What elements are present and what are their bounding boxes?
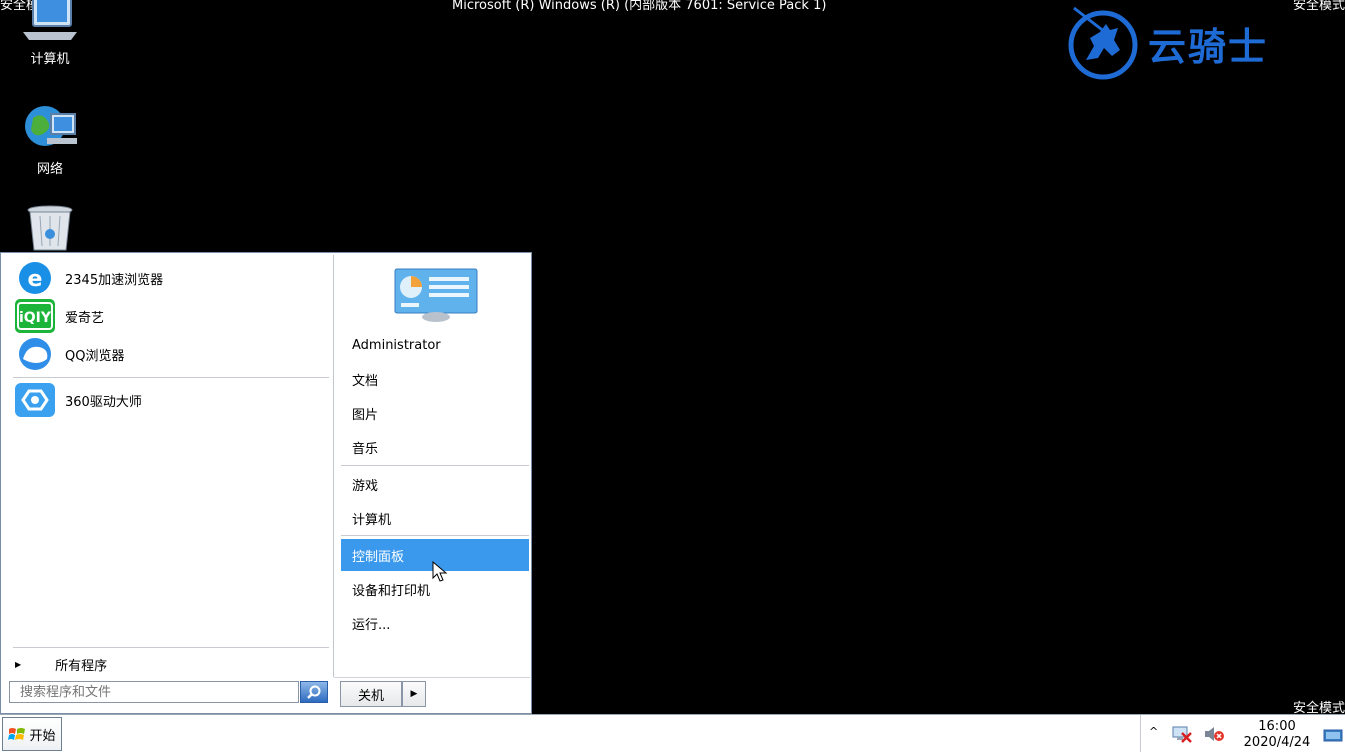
network-error-icon[interactable] [1171, 725, 1193, 743]
recycle-bin-icon [27, 205, 73, 251]
right-item-games[interactable]: 游戏 [341, 468, 529, 500]
bottom-divider [334, 677, 530, 678]
all-programs-button[interactable]: ▶ 所有程序 [15, 653, 107, 675]
system-tray: ^ 16:00 2020/4/24 [1140, 715, 1345, 752]
knight-logo-icon [1068, 6, 1138, 80]
network-globe-icon [25, 106, 77, 146]
clock-date: 2020/4/24 [1243, 735, 1311, 750]
user-account-icon [394, 268, 478, 322]
desktop-icon-network[interactable]: 网络 [10, 100, 90, 177]
shutdown-button[interactable]: 关机 [340, 681, 402, 707]
brand-watermark: 云骑士 [1066, 6, 1268, 80]
start-label: 开始 [29, 728, 56, 744]
triangle-right-icon: ▶ [15, 659, 22, 669]
start-button[interactable]: 开始 [2, 717, 62, 751]
all-programs-divider [13, 647, 329, 648]
program-item-360-driver[interactable]: 360驱动大师 [13, 381, 142, 419]
search-button[interactable] [300, 681, 328, 703]
svg-text:e: e [28, 267, 43, 292]
search-icon [307, 685, 321, 699]
program-item-qq-browser[interactable]: QQ浏览器 [13, 335, 124, 373]
360-driver-icon [13, 382, 57, 418]
safe-mode-label-top-right: 安全模式 [1292, 0, 1345, 13]
pane-divider [333, 255, 334, 677]
program-item-iqiyi[interactable]: iQIY 爱奇艺 [13, 297, 104, 335]
desktop-icon-computer[interactable]: 计算机 [10, 0, 90, 67]
start-menu-programs-pane: e 2345加速浏览器 iQIY 爱奇艺 QQ浏览器 360驱动大师 ▶ 所有程… [3, 255, 333, 675]
computer-icon [23, 0, 77, 40]
right-pane-divider [341, 535, 529, 536]
chevron-up-icon[interactable]: ^ [1149, 725, 1158, 738]
all-programs-label: 所有程序 [55, 658, 108, 674]
os-version-title: Microsoft (R) Windows (R) (内部版本 7601: Se… [452, 0, 827, 13]
program-label: 2345加速浏览器 [65, 272, 164, 288]
clock[interactable]: 16:00 2020/4/24 [1237, 719, 1317, 751]
user-picture[interactable] [393, 267, 479, 323]
svg-text:iQIY: iQIY [19, 310, 52, 326]
desktop-icon-recycle-bin[interactable] [10, 204, 90, 258]
right-item-documents[interactable]: 文档 [341, 363, 529, 395]
right-item-music[interactable]: 音乐 [341, 431, 529, 463]
desktop-icon-label: 计算机 [30, 52, 70, 67]
right-item-run[interactable]: 运行... [341, 607, 529, 639]
program-label: 360驱动大师 [65, 394, 142, 410]
right-item-pictures[interactable]: 图片 [341, 397, 529, 429]
brand-name: 云骑士 [1148, 24, 1269, 69]
2345-browser-icon: e [13, 260, 57, 296]
iqiyi-icon: iQIY [13, 298, 57, 334]
right-item-administrator[interactable]: Administrator [341, 329, 529, 361]
qq-browser-icon [13, 336, 57, 372]
program-label: 爱奇艺 [65, 310, 105, 326]
triangle-right-icon: ▶ [410, 689, 418, 699]
programs-divider [13, 377, 329, 378]
mouse-cursor-icon [432, 561, 448, 582]
clock-time: 16:00 [1258, 719, 1296, 734]
show-desktop-icon[interactable] [1323, 729, 1343, 743]
program-label: QQ浏览器 [65, 348, 125, 364]
right-item-computer[interactable]: 计算机 [341, 502, 529, 534]
start-menu: e 2345加速浏览器 iQIY 爱奇艺 QQ浏览器 360驱动大师 ▶ 所有程… [0, 252, 532, 714]
desktop-icon-label: 网络 [36, 162, 63, 177]
shutdown-options-button[interactable]: ▶ [402, 681, 426, 707]
windows-logo-icon [8, 728, 26, 740]
volume-icon[interactable] [1203, 725, 1225, 743]
right-pane-divider [341, 465, 529, 466]
search-input[interactable] [9, 681, 299, 703]
program-item-2345-browser[interactable]: e 2345加速浏览器 [13, 259, 163, 297]
taskbar: 开始 ^ 16:00 2020/4/24 [0, 714, 1345, 752]
